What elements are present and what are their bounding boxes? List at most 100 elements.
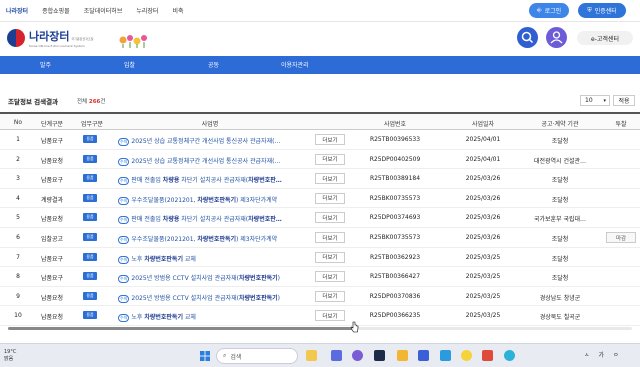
menu-joint[interactable]: 공동 [208,60,219,69]
row-title-link[interactable]: 수의 2025년 상습 교통정체구간 개선사업 통신공사 관급자재(… [118,156,302,166]
horizontal-scrollbar[interactable] [8,327,632,330]
widgets-icon[interactable] [306,350,317,361]
cert-center-button[interactable]: ⛨ 인증센터 [578,3,626,18]
row-task-badge: 용품 [83,252,97,261]
more-button[interactable]: 더보기 [315,290,345,302]
menu-user-management[interactable]: 이용자관리 [281,60,309,69]
row-title-link[interactable]: 수의 우수조달물품(2021201, 차량번호판독기) 제3자단가계약 [118,195,302,205]
store-icon[interactable] [440,350,451,361]
row-no: 10 [14,312,22,320]
tray-ime-mode[interactable]: ㅇ [613,350,619,359]
row-agency: 대전광역시 건설관… [533,157,587,165]
teams-icon[interactable] [331,350,342,361]
row-title-link[interactable]: 수의 우수조달물품(2021201, 차량번호판독기) 제3자단가계약 [118,234,302,244]
hand-cursor-icon [350,321,359,333]
menu-bid[interactable]: 입찰 [124,60,135,69]
row-agency: 국가보훈부 국립대… [533,216,587,224]
results-count-number: 266 [88,99,101,105]
login-label: 로그인 [544,8,562,15]
toplink-data-hub[interactable]: 조달데이터허브 [84,6,123,15]
copilot-icon[interactable] [352,350,363,361]
table-row[interactable]: 3 납품요구 용품 수의 판매 전출입 차량용 차단기 설치공사 관급자재(차량번호판…… [0,169,640,189]
chevron-down-icon: ▾ [603,98,606,104]
more-button[interactable]: 더보기 [315,153,345,165]
row-agency: 조달청 [551,196,569,204]
more-button[interactable]: 더보기 [315,173,345,185]
logo-text: 나라장터 국가종합전자조달 Korea ON-line E-Procuremen… [29,28,94,48]
file-explorer-icon[interactable] [397,350,408,361]
table-row[interactable]: 7 납품요구 용품 수의 노후 차량번호판독기 교체 더보기 R25TB00362923 20… [0,248,640,268]
row-agency: 경상북도 칠곡군 [539,314,581,322]
row-title-link[interactable]: 수의 노후 차량번호판독기 교체 [118,312,302,323]
row-title: 2025년 상습 교통정체구간 개선사업 통신공사 관급자재(… [131,138,281,145]
row-title-link[interactable]: 수의 2025년 방범용 CCTV 설치사업 관급자재(차량번호판독기) [118,273,302,284]
more-button[interactable]: 더보기 [315,232,345,243]
susi-tag: 수의 [118,157,130,166]
row-stage: 납품요청 [40,157,64,165]
row-title-link[interactable]: 수의 노후 차량번호판독기 교체 [118,254,302,264]
susi-tag: 수의 [118,138,130,146]
table-row[interactable]: 6 입찰공고 용품 수의 우수조달물품(2021201, 차량번호판독기) 제3자단가계… [0,228,640,248]
table-row[interactable]: 10 납품요청 용품 수의 노후 차량번호판독기 교체 더보기 R25DP00366235 2… [0,306,640,326]
more-button[interactable]: 더보기 [315,310,345,322]
row-title: 우수조달물품(2021201, 차량번호판독기) 제3자단가계약 [131,196,278,204]
more-button[interactable]: 더보기 [315,212,345,224]
logo-subtitle: Korea ON-line E-Procurement System [29,44,85,48]
more-button[interactable]: 더보기 [315,271,345,283]
apply-button[interactable]: 적용 [613,95,635,106]
page-size-select[interactable]: 10 ▾ [580,95,610,106]
more-button[interactable]: 더보기 [315,251,345,263]
table-row[interactable]: 8 납품요구 용품 수의 2025년 방범용 CCTV 설치사업 관급자재(차량번호판독… [0,267,640,287]
edge-icon[interactable] [504,350,515,361]
row-title-link[interactable]: 수의 판매 전출입 차량용 차단기 설치공사 관급자재(차량번호판… [118,175,302,186]
header-search-button[interactable] [517,27,538,48]
col-number: 사업번호 [383,121,407,128]
app-icon[interactable] [418,350,429,361]
more-button[interactable]: 더보기 [315,192,345,204]
login-button[interactable]: ⎆ 로그인 [529,3,569,18]
table-row[interactable]: 9 납품요청 용품 수의 2025년 방범용 CCTV 설치사업 관급자재(차량번호판독… [0,287,640,307]
toplink-shopping-mall[interactable]: 종합쇼핑몰 [42,6,70,15]
customer-center-button[interactable]: e-고객센터 [577,31,633,45]
toplink-stockpile[interactable]: 비축 [172,6,183,15]
tray-up-icon[interactable]: ㅅ [584,350,590,359]
kakaotalk-icon[interactable] [461,350,472,361]
row-date: 2025/03/26 [465,234,501,241]
row-task-badge: 용품 [83,174,97,183]
row-title-link[interactable]: 수의 2025년 상습 교통정체구간 개선사업 통신공사 관급자재(… [118,136,302,146]
toplink-narajangteo[interactable]: 나라장터 [6,6,28,15]
deadline-button[interactable]: 마감 [606,232,636,243]
row-agency: 조달청 [551,255,569,263]
results-count-prefix: 전체 [77,99,88,105]
menu-order[interactable]: 발주 [40,60,51,69]
terminal-icon[interactable] [374,350,385,361]
more-button[interactable]: 더보기 [315,134,345,145]
tray-ime-indicator[interactable]: 가 [599,350,605,359]
row-no: 8 [16,273,20,281]
taskbar-search[interactable]: ⌕ 검색 [216,348,298,364]
susi-tag: 수의 [118,177,130,186]
table-row[interactable]: 4 계량결과 용품 수의 우수조달물품(2021201, 차량번호판독기) 제3자단가계… [0,189,640,209]
col-agency: 공고·계약 기관 [541,121,579,128]
row-agency: 조달청 [551,236,569,243]
powerpoint-icon[interactable] [482,350,493,361]
windows-start-icon[interactable] [200,351,210,361]
toplink-nuri[interactable]: 누리장터 [136,6,158,15]
row-title-link[interactable]: 수의 2025년 방범용 CCTV 설치사업 관급자재(차량번호판독기) [118,293,302,303]
row-number: R25TB00389184 [369,175,421,183]
row-no: 5 [16,214,20,222]
row-date: 2025/03/25 [465,273,501,281]
row-agency: 조달청 [551,138,569,145]
row-title-link[interactable]: 수의 판매 전출입 차량용 차단기 설치공사 관급자재(차량번호판… [118,214,302,225]
search-icon: ⌕ [223,352,227,359]
table-row[interactable]: 5 납품요청 용품 수의 판매 전출입 차량용 차단기 설치공사 관급자재(차량번호판…… [0,208,640,228]
table-row[interactable]: 1 납품요구 용품 수의 2025년 상습 교통정체구간 개선사업 통신공사 관급자재(… [0,130,640,150]
user-menu-button[interactable] [546,27,567,48]
weather-widget[interactable]: 19°C 맑음 [4,349,16,363]
site-logo[interactable]: 나라장터 국가종합전자조달 Korea ON-line E-Procuremen… [7,28,94,48]
table-row[interactable]: 2 납품요청 용품 수의 2025년 상습 교통정체구간 개선사업 통신공사 관급자재(… [0,150,640,170]
susi-tag: 수의 [118,314,130,323]
susi-tag: 수의 [118,236,130,244]
scrollbar-thumb[interactable] [8,327,354,330]
row-stage: 입찰공고 [40,236,64,243]
